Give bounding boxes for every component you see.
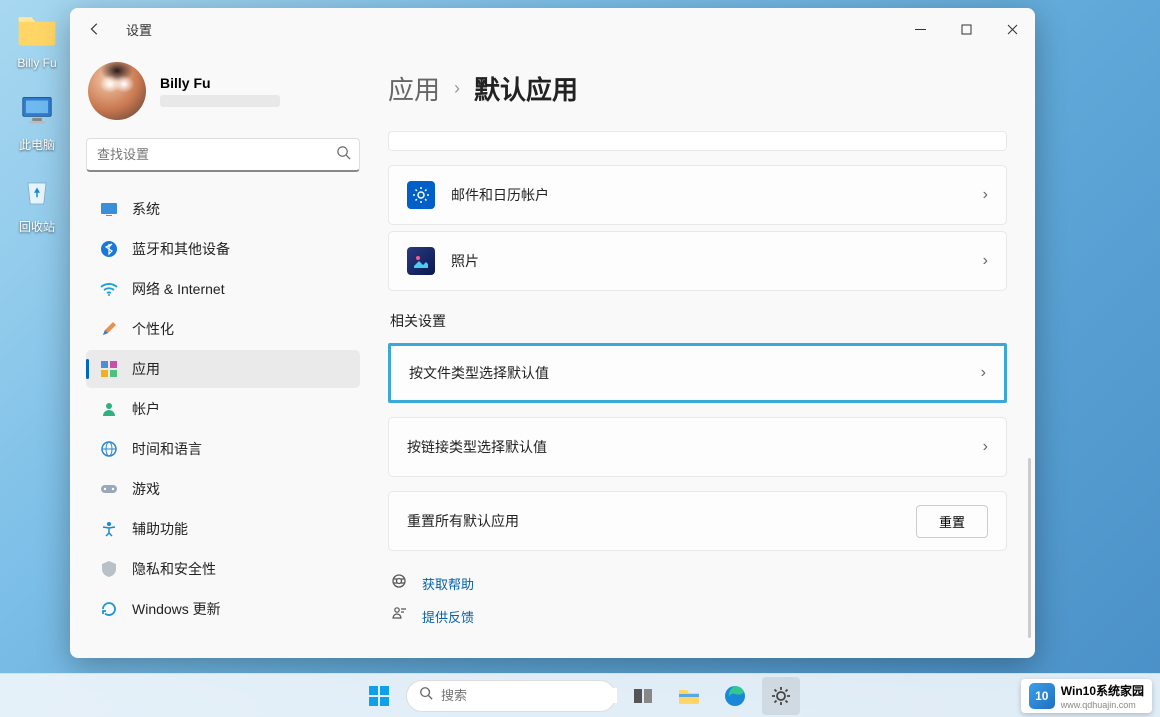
link-label: 提供反馈 (422, 607, 474, 626)
card-photos[interactable]: 照片 › (388, 231, 1007, 291)
nav-time-language[interactable]: 时间和语言 (86, 430, 360, 468)
link-label: 获取帮助 (422, 574, 474, 593)
chevron-right-icon: › (983, 186, 988, 204)
feedback-icon (390, 606, 408, 627)
desktop-icon-folder[interactable]: Billy Fu (2, 8, 72, 70)
desktop-icon-this-pc[interactable]: 此电脑 (2, 88, 72, 153)
person-icon (100, 400, 118, 418)
nav-windows-update[interactable]: Windows 更新 (86, 590, 360, 628)
minimize-button[interactable] (897, 8, 943, 50)
task-view-button[interactable] (624, 677, 662, 715)
desktop-icon-label: 回收站 (2, 218, 72, 235)
desktop-icon-label: 此电脑 (2, 136, 72, 153)
breadcrumb: 应用 › 默认应用 (388, 70, 1007, 107)
card-mail-calendar[interactable]: 邮件和日历帐户 › (388, 165, 1007, 225)
folder-icon (15, 8, 59, 52)
breadcrumb-parent[interactable]: 应用 (388, 70, 440, 107)
profile-block[interactable]: Billy Fu (86, 58, 380, 138)
desktop-icon-recycle-bin[interactable]: 回收站 (2, 170, 72, 235)
chevron-right-icon: › (454, 78, 460, 99)
search-icon (419, 686, 433, 705)
avatar (88, 62, 146, 120)
breadcrumb-current: 默认应用 (474, 70, 578, 107)
card-by-link-type[interactable]: 按链接类型选择默认值 › (388, 417, 1007, 477)
chevron-right-icon: › (981, 364, 986, 382)
titlebar: 设置 (70, 8, 1035, 50)
system-icon (100, 200, 118, 218)
globe-icon (100, 440, 118, 458)
card-by-file-type[interactable]: 按文件类型选择默认值 › (388, 343, 1007, 403)
reset-button[interactable]: 重置 (916, 505, 988, 538)
accessibility-icon (100, 520, 118, 538)
scrollbar[interactable] (1028, 458, 1031, 638)
nav-list: 系统 蓝牙和其他设备 网络 & Internet 个性化 应用 帐户 时间和语言… (86, 190, 380, 628)
nav-bluetooth[interactable]: 蓝牙和其他设备 (86, 230, 360, 268)
desktop-icon-label: Billy Fu (2, 56, 72, 70)
watermark: 10 Win10系统家园www.qdhuajin.com (1021, 679, 1152, 713)
search-icon (336, 145, 351, 165)
nav-apps[interactable]: 应用 (86, 350, 360, 388)
nav-accessibility[interactable]: 辅助功能 (86, 510, 360, 548)
profile-name: Billy Fu (160, 75, 280, 91)
nav-accounts[interactable]: 帐户 (86, 390, 360, 428)
card-label: 按文件类型选择默认值 (409, 363, 981, 383)
maximize-button[interactable] (943, 8, 989, 50)
link-get-help[interactable]: 获取帮助 (390, 573, 1007, 594)
shield-icon (100, 560, 118, 578)
nav-network[interactable]: 网络 & Internet (86, 270, 360, 308)
chevron-right-icon: › (983, 252, 988, 270)
profile-subtitle-redacted (160, 95, 280, 107)
nav-gaming[interactable]: 游戏 (86, 470, 360, 508)
photos-icon (407, 247, 435, 275)
card-label: 邮件和日历帐户 (451, 185, 983, 205)
link-give-feedback[interactable]: 提供反馈 (390, 606, 1007, 627)
card-label: 重置所有默认应用 (407, 511, 916, 531)
settings-window: 设置 Billy Fu 系统 蓝牙和其他设备 网络 & Inter (70, 8, 1035, 658)
card-label: 照片 (451, 251, 983, 271)
taskbar-explorer[interactable] (670, 677, 708, 715)
taskbar: ︿ 英 (0, 673, 1160, 717)
wifi-icon (100, 280, 118, 298)
watermark-logo: 10 (1029, 683, 1055, 709)
nav-privacy[interactable]: 隐私和安全性 (86, 550, 360, 588)
gear-icon (407, 181, 435, 209)
pc-icon (15, 88, 59, 132)
search-input[interactable] (97, 147, 336, 162)
chevron-right-icon: › (983, 438, 988, 456)
search-box[interactable] (86, 138, 360, 172)
nav-personalization[interactable]: 个性化 (86, 310, 360, 348)
help-icon (390, 573, 408, 594)
back-button[interactable] (80, 14, 110, 44)
brush-icon (100, 320, 118, 338)
sidebar: Billy Fu 系统 蓝牙和其他设备 网络 & Internet 个性化 应用… (70, 50, 380, 658)
bluetooth-icon (100, 240, 118, 258)
update-icon (100, 600, 118, 618)
recyclebin-icon (15, 170, 59, 214)
window-title: 设置 (126, 20, 152, 39)
content-area: 应用 › 默认应用 邮件和日历帐户 › 照片 › 相关设置 按文件类型选择默认值… (380, 50, 1035, 658)
close-button[interactable] (989, 8, 1035, 50)
card-reset-defaults: 重置所有默认应用 重置 (388, 491, 1007, 551)
nav-system[interactable]: 系统 (86, 190, 360, 228)
taskbar-edge[interactable] (716, 677, 754, 715)
taskbar-search-input[interactable] (441, 688, 617, 703)
card-label: 按链接类型选择默认值 (407, 437, 983, 457)
taskbar-search[interactable] (406, 680, 616, 712)
taskbar-settings[interactable] (762, 677, 800, 715)
gamepad-icon (100, 480, 118, 498)
section-related-settings: 相关设置 (390, 311, 1007, 331)
card-placeholder (388, 131, 1007, 151)
apps-icon (100, 360, 118, 378)
start-button[interactable] (360, 677, 398, 715)
